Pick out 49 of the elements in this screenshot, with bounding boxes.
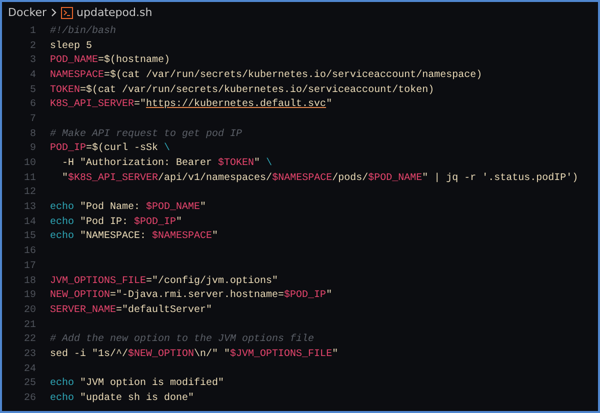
code-line: echo "JVM option is modified" — [50, 376, 224, 392]
line-number: 4 — [28, 70, 36, 81]
code-line: echo "NAMESPACE: $NAMESPACE" — [50, 230, 218, 244]
line-number: 11 — [22, 172, 36, 184]
folder-name[interactable]: Docker — [8, 6, 47, 19]
line-number: 21 — [22, 320, 36, 331]
code-line: -H "Authorization: Bearer $TOKEN" \ — [61, 156, 272, 172]
line-number: 8 — [28, 128, 36, 140]
line-number: 16 — [22, 246, 36, 258]
line-number: 10 — [22, 158, 36, 170]
code-line: sed -i "1s/^/$NEW_OPTION\n/" "$JVM_OPTIONS_FILE" — [50, 348, 338, 362]
line-number: 15 — [22, 231, 36, 242]
line-number: 19 — [22, 290, 36, 302]
line-number: 17 — [22, 260, 36, 272]
code-line: # Make API request to get pod IP — [50, 128, 242, 142]
line-number: 14 — [22, 216, 36, 228]
code-line: NAMESPACE=$(cat /var/run/secrets/kubernetes.io/serviceaccount/namespace) — [50, 68, 482, 83]
line-number: 12 — [22, 187, 36, 198]
code-line: JVM_OPTIONS_FILE="/config/jvm.options" — [50, 274, 278, 289]
line-number: 6 — [28, 99, 36, 110]
line-number: 22 — [22, 334, 36, 346]
line-number: 18 — [22, 276, 36, 287]
line-number: 20 — [22, 304, 36, 316]
line-number: 3 — [28, 55, 36, 66]
line-number: 5 — [28, 84, 36, 96]
line-number: 23 — [22, 348, 36, 360]
code-line: echo "Pod IP: $POD_IP" — [50, 216, 182, 230]
line-number: 1 — [28, 26, 36, 37]
code-line: echo "Pod Name: $POD_NAME" — [50, 200, 206, 216]
code-line: SERVER_NAME="defaultServer" — [50, 304, 212, 318]
code-line: POD_IP=$(curl -sSk \ — [50, 142, 170, 156]
code-line: NEW_OPTION="-Djava.rmi.server.hostname=$POD_IP" — [50, 288, 332, 304]
code-line: # Add the new option to the JVM options file — [50, 332, 314, 348]
line-number: 2 — [28, 40, 36, 52]
code-line: echo "update sh is done" — [50, 392, 194, 406]
file-name[interactable]: updatepod.sh — [76, 6, 152, 19]
line-number: 24 — [22, 364, 36, 375]
chevron-right-icon — [50, 8, 57, 17]
line-number: 9 — [28, 143, 36, 154]
line-number: 25 — [22, 378, 36, 390]
line-number: 26 — [22, 393, 36, 404]
code-line: sleep 5 — [50, 40, 92, 54]
line-number: 13 — [22, 202, 36, 214]
code-line: "$K8S_API_SERVER/api/v1/namespaces/$NAMESPACE/pods/$POD_NAME" | jq -r '.status.podIP') — [61, 172, 578, 186]
line-number: 7 — [28, 114, 36, 125]
code-line: TOKEN=$(cat /var/run/secrets/kubernetes.io/serviceaccount/token) — [50, 84, 434, 98]
terminal-icon — [60, 6, 73, 18]
code-line: #!/bin/bash — [50, 24, 116, 39]
code-line: POD_NAME=$(hostname) — [50, 54, 170, 68]
